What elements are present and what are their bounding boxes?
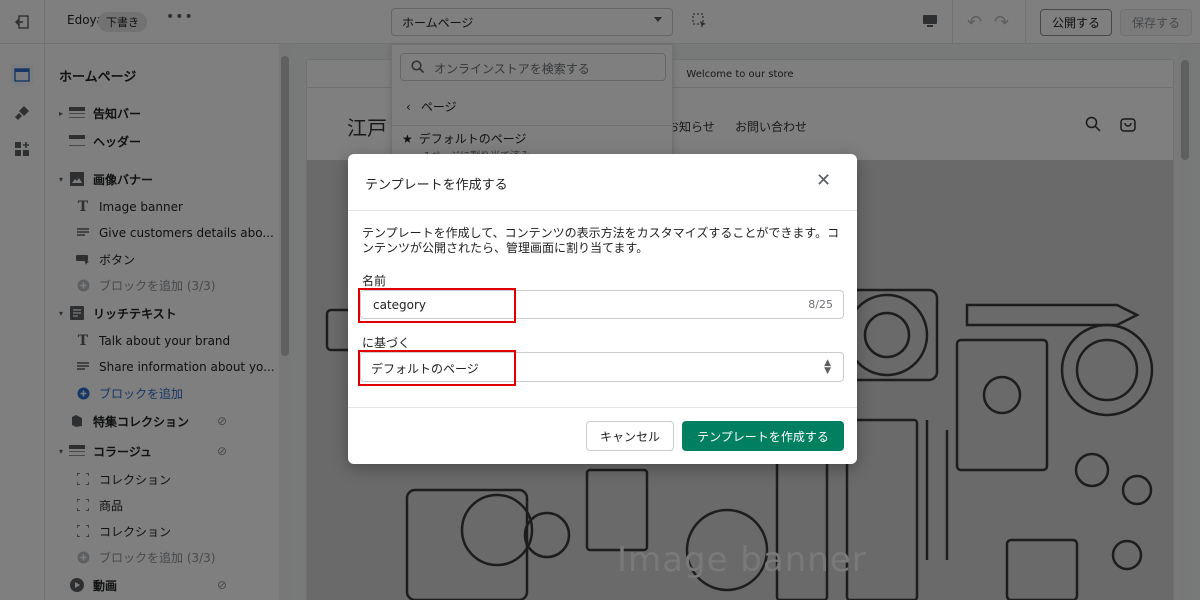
create-template-dialog: テンプレートを作成する ✕ テンプレートを作成して、コンテンツの表示方法をカスタ… — [348, 154, 857, 464]
dialog-description: テンプレートを作成して、コンテンツの表示方法をカスタマイズすることができます。コ… — [362, 226, 840, 255]
select-arrows-icon: ▲ ▼ — [824, 358, 831, 376]
dialog-title: テンプレートを作成する — [365, 178, 508, 193]
highlight-box — [358, 288, 516, 323]
cancel-button[interactable]: キャンセル — [586, 421, 674, 451]
based-on-label: に基づく — [362, 336, 411, 350]
create-template-button[interactable]: テンプレートを作成する — [682, 421, 844, 451]
divider — [348, 407, 857, 408]
name-label: 名前 — [362, 274, 387, 288]
character-counter: 8/25 — [808, 298, 833, 311]
divider — [348, 210, 857, 211]
close-icon[interactable]: ✕ — [816, 172, 831, 190]
highlight-box — [358, 350, 516, 386]
